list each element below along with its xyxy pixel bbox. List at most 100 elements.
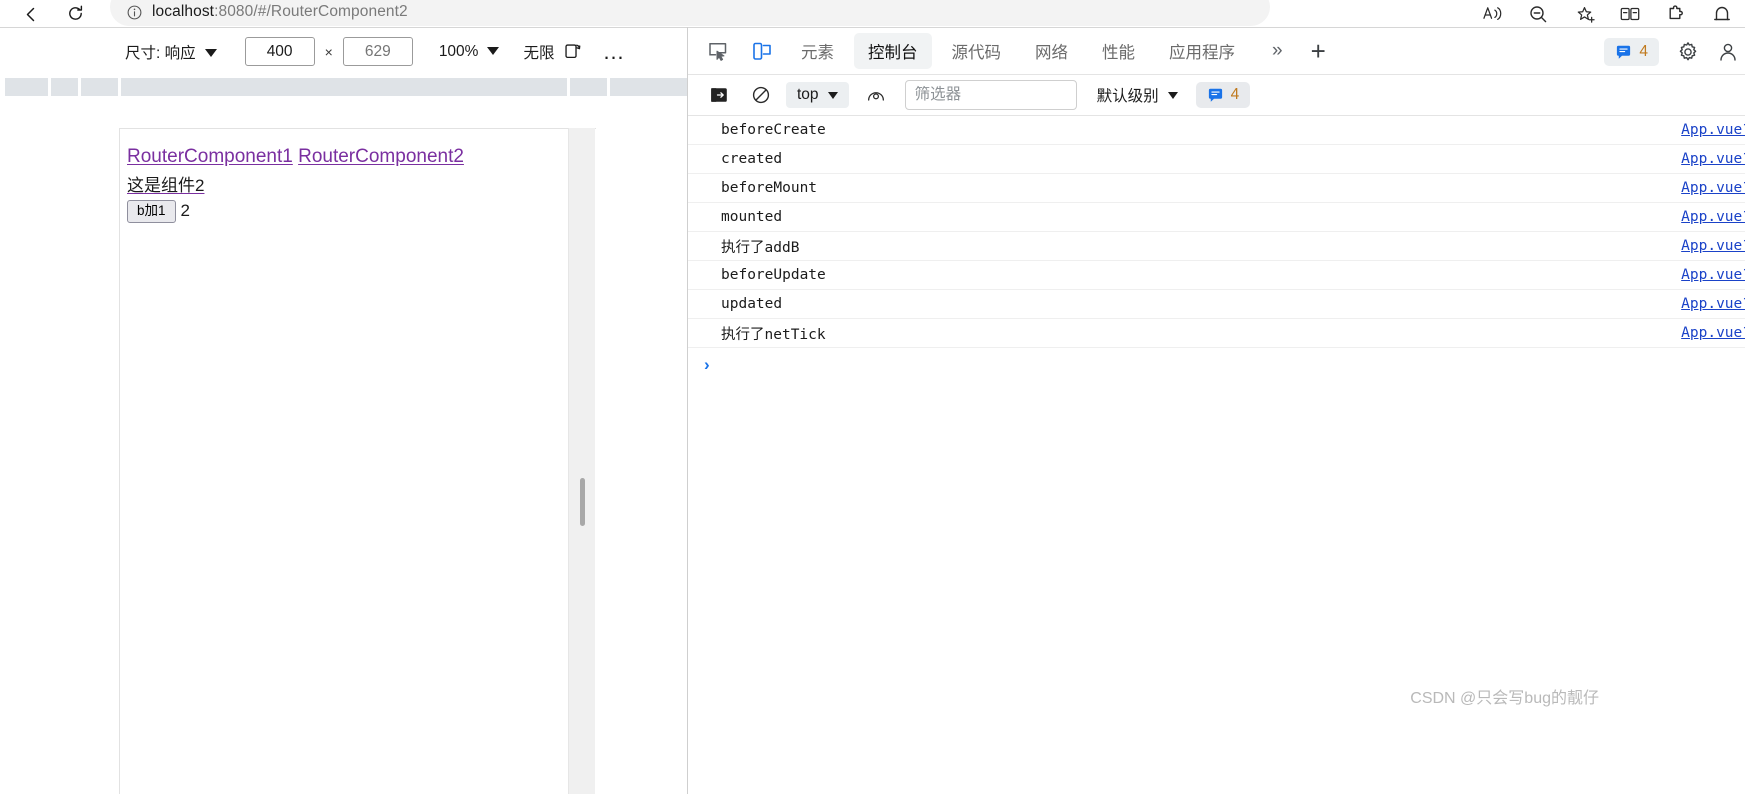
console-message-source[interactable]: App.vue? xyxy=(1681,325,1745,341)
console-message-source[interactable]: App.vue? xyxy=(1681,238,1745,254)
ruler-segment xyxy=(5,78,48,96)
console-message-source[interactable]: App.vue? xyxy=(1681,180,1745,196)
console-message-text: created xyxy=(721,151,783,167)
table-row[interactable]: mounted App.vue? xyxy=(688,203,1745,232)
toggle-device-toolbar-icon[interactable] xyxy=(740,31,784,71)
viewport-scrollbar[interactable] xyxy=(568,128,595,794)
console-message-icon xyxy=(1615,44,1632,61)
url-path: :8080/#/RouterComponent2 xyxy=(214,3,408,20)
chevron-down-icon xyxy=(1167,91,1178,99)
console-message-text: updated xyxy=(721,296,783,312)
counter-value: 2 xyxy=(180,201,190,221)
console-message-source[interactable]: App.vue? xyxy=(1681,209,1745,225)
tab-application[interactable]: 应用程序 xyxy=(1155,33,1249,69)
console-level-selector[interactable]: 默认级别 xyxy=(1097,84,1178,106)
console-message-text: beforeUpdate xyxy=(721,267,826,283)
extensions-icon[interactable] xyxy=(1653,0,1699,27)
chevron-down-icon[interactable] xyxy=(204,49,217,58)
console-filter-bar: top 默认级别 4 xyxy=(688,75,1745,116)
reload-icon xyxy=(66,4,85,23)
console-message-text: mounted xyxy=(721,209,783,225)
back-button[interactable] xyxy=(14,0,48,27)
tab-network[interactable]: 网络 xyxy=(1021,33,1082,69)
zoom-selector[interactable]: 100% xyxy=(439,43,500,61)
counter-row: b加1 2 xyxy=(127,199,596,223)
table-row[interactable]: beforeUpdate App.vue? xyxy=(688,261,1745,290)
router-link-bar: RouterComponent1 RouterComponent2 xyxy=(127,145,596,169)
live-expression-icon[interactable] xyxy=(855,80,897,110)
console-message-source[interactable]: App.vue? xyxy=(1681,151,1745,167)
table-row[interactable]: updated App.vue? xyxy=(688,290,1745,319)
console-message-icon xyxy=(1207,87,1224,104)
device-more-options-button[interactable]: … xyxy=(602,40,626,62)
chevron-double-right-icon[interactable]: » xyxy=(1258,40,1297,62)
page-content: RouterComponent1 RouterComponent2 这是组件2 … xyxy=(120,129,596,223)
throttling-label: 无限制 xyxy=(523,44,555,62)
rotate-device-icon[interactable] xyxy=(563,42,582,61)
console-input-prompt[interactable]: › xyxy=(688,348,1745,382)
browser-essentials-icon[interactable] xyxy=(1699,0,1745,27)
console-message-badge[interactable]: 4 xyxy=(1195,82,1251,108)
viewport-ruler xyxy=(0,75,687,99)
plus-icon[interactable]: + xyxy=(1297,38,1340,64)
table-row[interactable]: created App.vue? xyxy=(688,145,1745,174)
back-arrow-icon xyxy=(21,4,41,24)
page-viewport-area: RouterComponent1 RouterComponent2 这是组件2 … xyxy=(0,99,687,794)
url-host: localhost xyxy=(152,3,215,20)
console-message-source[interactable]: App.vue? xyxy=(1681,296,1745,312)
inspect-element-icon[interactable] xyxy=(696,31,740,71)
table-row[interactable]: beforeMount App.vue? xyxy=(688,174,1745,203)
console-context-label: top xyxy=(797,86,819,103)
console-message-text: beforeMount xyxy=(721,180,818,196)
ruler-segment xyxy=(121,78,567,96)
console-message-source[interactable]: App.vue? xyxy=(1681,267,1745,283)
clear-console-icon[interactable] xyxy=(740,80,782,110)
tab-sources[interactable]: 源代码 xyxy=(938,33,1016,69)
watermark-text: CSDN @只会写bug的靓仔 xyxy=(1410,690,1599,707)
device-size-selector[interactable]: 尺寸: 响应 xyxy=(125,41,217,63)
zoom-label: 100% xyxy=(438,42,479,60)
read-aloud-icon[interactable] xyxy=(1469,0,1515,27)
browser-chrome: localhost:8080/#/RouterComponent2 xyxy=(0,0,1745,27)
increment-b-button[interactable]: b加1 xyxy=(127,199,176,223)
address-bar[interactable]: localhost:8080/#/RouterComponent2 xyxy=(110,0,1270,26)
reload-button[interactable] xyxy=(58,0,92,27)
emulated-page-viewport[interactable]: RouterComponent1 RouterComponent2 这是组件2 … xyxy=(119,128,596,794)
console-sidebar-icon[interactable] xyxy=(698,80,740,110)
tab-performance[interactable]: 性能 xyxy=(1088,33,1149,69)
table-row[interactable]: 执行了addB App.vue? xyxy=(688,232,1745,261)
console-message-text: beforeCreate xyxy=(721,122,826,138)
viewport-scrollbar-thumb[interactable] xyxy=(580,478,585,526)
router-link-1[interactable]: RouterComponent1 xyxy=(127,146,293,167)
devtools-panel: 元素 控制台 源代码 网络 性能 应用程序 » + 4 top 筛选器 默认级别… xyxy=(687,27,1745,794)
person-icon[interactable] xyxy=(1711,41,1745,63)
collections-icon[interactable] xyxy=(1607,0,1653,27)
viewport-height-input[interactable] xyxy=(342,37,413,66)
tab-elements[interactable]: 元素 xyxy=(787,33,848,69)
console-message-text: 执行了netTick xyxy=(721,326,826,343)
devtools-message-badge[interactable]: 4 xyxy=(1604,38,1659,66)
table-row[interactable]: beforeCreate App.vue? xyxy=(688,116,1745,145)
console-level-label: 默认级别 xyxy=(1096,88,1159,105)
tab-console[interactable]: 控制台 xyxy=(854,33,932,69)
zoom-out-icon[interactable] xyxy=(1515,0,1561,27)
console-message-text: 执行了addB xyxy=(721,239,800,256)
devtools-tabbar: 元素 控制台 源代码 网络 性能 应用程序 » + 4 xyxy=(688,27,1745,75)
table-row[interactable]: 执行了netTick App.vue? xyxy=(688,319,1745,348)
router-link-2[interactable]: RouterComponent2 xyxy=(298,146,464,167)
ruler-segment xyxy=(610,78,687,96)
ruler-segment xyxy=(570,78,607,96)
gear-icon[interactable] xyxy=(1665,41,1711,63)
console-filter-input[interactable] xyxy=(904,80,1077,110)
screenshot-root: localhost:8080/#/RouterComponent2 尺寸: 响应… xyxy=(0,0,1745,794)
console-context-selector[interactable]: top xyxy=(786,82,849,108)
devtools-message-count: 4 xyxy=(1639,43,1648,60)
chevron-down-icon[interactable] xyxy=(487,47,500,56)
favorites-add-icon[interactable] xyxy=(1561,0,1607,27)
viewport-width-input[interactable] xyxy=(244,37,315,66)
console-message-source[interactable]: App.vue? xyxy=(1681,122,1745,138)
throttling-selector[interactable]: 无限制 xyxy=(523,41,555,63)
device-size-label: 尺寸: 响应 xyxy=(125,44,196,62)
ruler-segment xyxy=(81,78,118,96)
info-circle-icon[interactable] xyxy=(116,0,152,24)
